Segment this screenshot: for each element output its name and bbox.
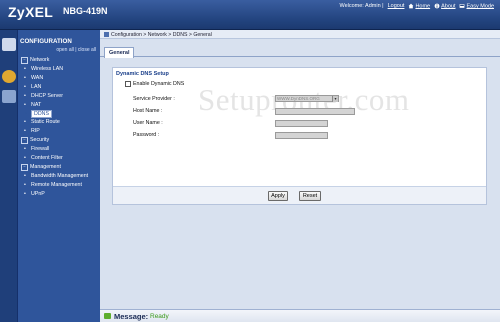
tab-general[interactable]: General: [104, 47, 135, 58]
breadcrumb-icon: [104, 31, 109, 37]
home-icon: [409, 3, 414, 9]
enable-ddns-checkbox[interactable]: [125, 81, 131, 87]
sidebar-group-management[interactable]: Management: [21, 164, 61, 171]
sidebar-item-nat[interactable]: NAT: [24, 102, 41, 108]
status-monitor-icon[interactable]: [2, 38, 16, 51]
user-name-label: User Name :: [133, 120, 163, 126]
top-links: Welcome: Admin | Logout Home About Easy …: [339, 3, 494, 9]
model-name: NBG-419N: [63, 6, 108, 16]
breadcrumb-text: Configuration > Network > DDNS > General: [111, 31, 212, 38]
sidebar-group-security[interactable]: Security: [21, 137, 49, 144]
password-label: Password :: [133, 132, 160, 138]
host-name-label: Host Name :: [133, 108, 163, 114]
about-icon: [434, 3, 440, 9]
user-name-field[interactable]: [275, 120, 328, 127]
ddns-panel: Setuprouter.com Dynamic DNS Setup Enable…: [112, 67, 487, 205]
section-title: Dynamic DNS Setup: [116, 71, 169, 77]
enable-ddns-label: Enable Dynamic DNS: [133, 81, 185, 87]
easy-mode-label: Easy Mode: [466, 3, 494, 10]
message-title: Message:: [114, 312, 149, 321]
tree-controls: open all | close all: [56, 47, 96, 53]
sidebar-item-remote-management[interactable]: Remote Management: [24, 182, 82, 188]
tree-separator: |: [75, 47, 77, 53]
home-link[interactable]: Home: [408, 3, 430, 9]
sidebar: CONFIGURATION open all | close all Netwo…: [18, 30, 100, 322]
sidebar-item-firewall[interactable]: Firewall: [24, 146, 49, 152]
about-link[interactable]: About: [434, 3, 455, 9]
sidebar-item-dhcp-server[interactable]: DHCP Server: [24, 93, 63, 99]
logout-link[interactable]: Logout: [388, 3, 405, 9]
sidebar-item-upnp[interactable]: UPnP: [24, 191, 45, 197]
message-bar: Message: Ready: [100, 309, 500, 322]
easy-mode-icon: [460, 4, 465, 8]
message-icon: [104, 313, 111, 319]
breadcrumb-bar: Configuration > Network > DDNS > General: [100, 30, 500, 39]
tab-bar: General: [100, 45, 500, 58]
breadcrumb: Configuration > Network > DDNS > General: [104, 32, 212, 38]
sidebar-item-lan[interactable]: LAN: [24, 84, 42, 90]
close-all-link[interactable]: close all: [78, 47, 96, 53]
about-label: About: [441, 3, 456, 10]
sidebar-item-wireless-lan[interactable]: Wireless LAN: [24, 66, 63, 72]
service-provider-value: WWW.DynDNS.ORG: [277, 96, 320, 101]
reset-button[interactable]: Reset: [299, 191, 321, 201]
chevron-down-icon: ▾: [332, 96, 338, 102]
sidebar-title: CONFIGURATION: [20, 38, 72, 45]
maintenance-icon[interactable]: [2, 90, 16, 103]
sidebar-item-static-route[interactable]: Static Route: [24, 119, 60, 125]
configuration-gear-icon[interactable]: [2, 70, 16, 83]
sidebar-item-wan[interactable]: WAN: [24, 75, 43, 81]
header-bar: ZyXEL NBG-419N Welcome: Admin | Logout H…: [0, 0, 500, 30]
message-status: Ready: [150, 313, 169, 320]
sidebar-item-bandwidth-management[interactable]: Bandwidth Management: [24, 173, 88, 179]
main-content: General Setuprouter.com Dynamic DNS Setu…: [100, 39, 500, 309]
sidebar-item-rip[interactable]: RIP: [24, 128, 40, 134]
open-all-link[interactable]: open all: [56, 47, 74, 53]
easy-mode-link[interactable]: Easy Mode: [459, 3, 494, 9]
welcome-text: Welcome: Admin |: [339, 3, 384, 10]
sidebar-item-ddns[interactable]: DDNS: [25, 110, 53, 118]
mode-icon-rail: [0, 30, 18, 322]
service-provider-label: Service Provider :: [133, 96, 175, 102]
apply-button[interactable]: Apply: [268, 191, 288, 201]
sidebar-group-network[interactable]: Network: [21, 57, 49, 64]
password-field[interactable]: [275, 132, 328, 139]
sidebar-item-content-filter[interactable]: Content Filter: [24, 155, 63, 161]
zyxel-logo: ZyXEL: [8, 4, 54, 20]
home-label: Home: [415, 3, 431, 10]
button-bar: Apply Reset: [113, 186, 486, 204]
service-provider-select[interactable]: WWW.DynDNS.ORG ▾: [275, 95, 339, 102]
host-name-field[interactable]: [275, 108, 355, 115]
